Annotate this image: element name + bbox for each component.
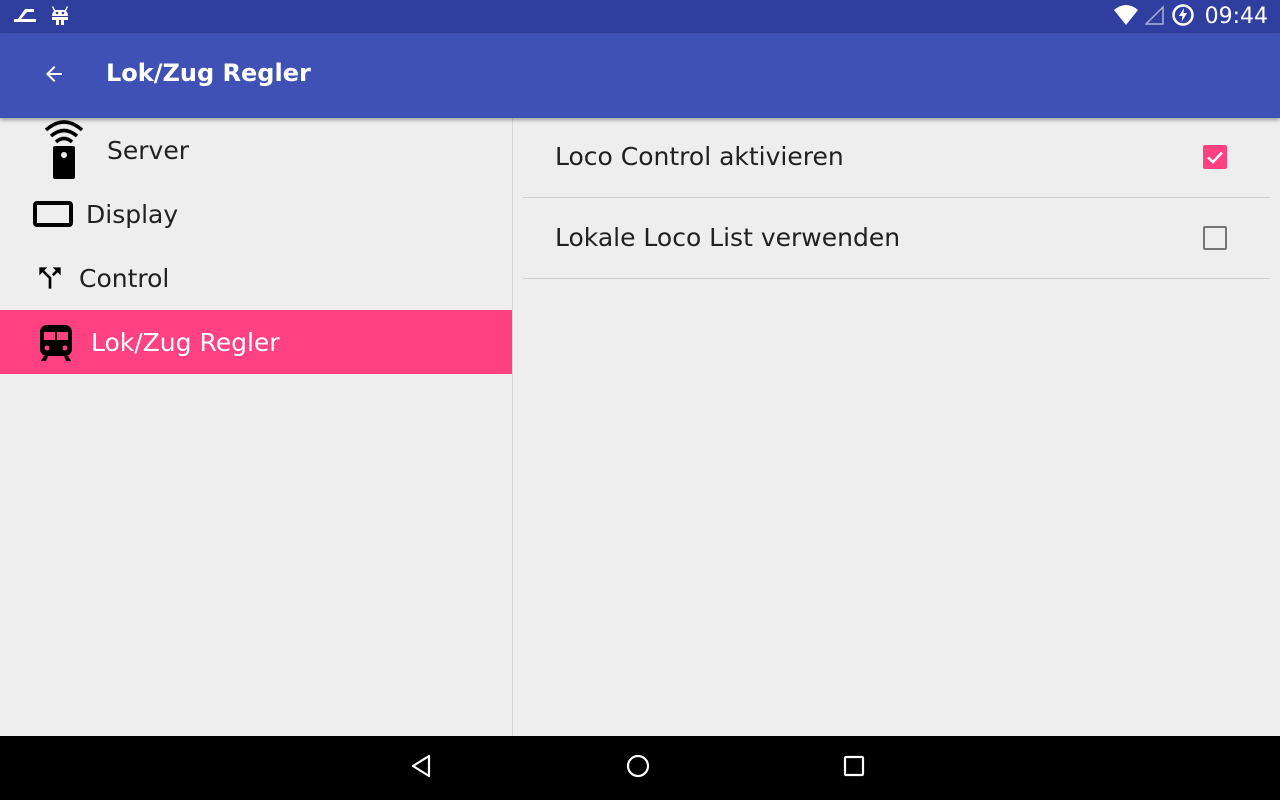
- back-button[interactable]: [30, 55, 78, 97]
- status-bar: 09:44: [0, 0, 1280, 33]
- usb-debug-icon: [12, 4, 38, 30]
- call-split-icon: [34, 262, 66, 294]
- train-icon: [36, 322, 76, 362]
- android-debug-icon: [50, 4, 70, 30]
- remote-wifi-icon: [40, 118, 88, 180]
- status-time: 09:44: [1204, 4, 1268, 29]
- sidebar: Server Display Control Lok/Zug Regler: [0, 118, 512, 736]
- pref-loco-control[interactable]: Loco Control aktivieren: [523, 118, 1270, 198]
- back-triangle-icon: [409, 753, 435, 783]
- pref-title: Loco Control aktivieren: [555, 142, 844, 171]
- checkmark-icon: [1207, 151, 1223, 164]
- status-right-icons: 09:44: [1113, 0, 1268, 33]
- system-back-button[interactable]: [402, 748, 442, 788]
- sidebar-item-server[interactable]: Server: [0, 118, 512, 182]
- sidebar-item-label: Server: [107, 136, 189, 165]
- loco-control-checkbox[interactable]: [1203, 145, 1227, 169]
- page-title: Lok/Zug Regler: [106, 59, 311, 87]
- status-left-icons: [12, 4, 70, 30]
- sidebar-item-display[interactable]: Display: [0, 182, 512, 246]
- system-nav-bar: [0, 736, 1280, 800]
- pref-title: Lokale Loco List verwenden: [555, 223, 901, 252]
- local-loco-list-checkbox[interactable]: [1203, 226, 1227, 250]
- wifi-icon: [1113, 4, 1139, 30]
- sidebar-item-label: Display: [86, 200, 179, 229]
- sidebar-item-label: Lok/Zug Regler: [91, 328, 280, 357]
- sidebar-item-label: Control: [79, 264, 170, 293]
- system-recents-button[interactable]: [834, 748, 874, 788]
- display-icon: [32, 198, 74, 230]
- pref-local-loco-list[interactable]: Lokale Loco List verwenden: [523, 199, 1270, 279]
- sidebar-item-lok-zug-regler[interactable]: Lok/Zug Regler: [0, 310, 512, 374]
- system-home-button[interactable]: [618, 748, 658, 788]
- recents-square-icon: [841, 753, 867, 783]
- arrow-back-icon: [42, 62, 66, 90]
- sidebar-item-control[interactable]: Control: [0, 246, 512, 310]
- preferences-pane: Loco Control aktivieren Lokale Loco List…: [513, 118, 1280, 736]
- cell-signal-icon: [1143, 4, 1165, 30]
- home-circle-icon: [625, 753, 651, 783]
- battery-charging-icon: [1171, 3, 1195, 31]
- app-bar: Lok/Zug Regler: [0, 33, 1280, 118]
